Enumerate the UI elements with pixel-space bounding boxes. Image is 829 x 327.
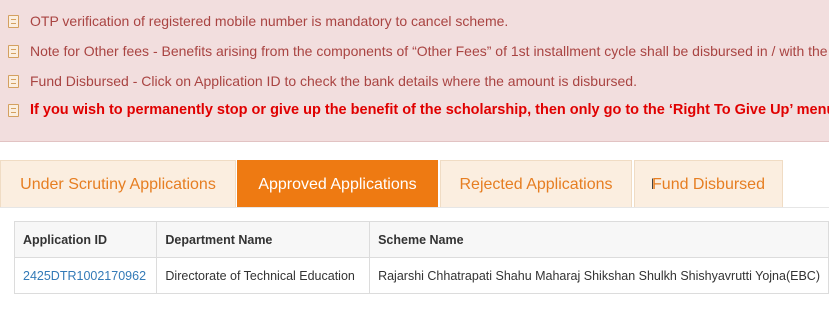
- notice-panel: OTP verification of registered mobile nu…: [0, 0, 829, 142]
- table-row: 2425DTR1002170962 Directorate of Technic…: [13, 257, 829, 294]
- tab-under-scrutiny[interactable]: Under Scrutiny Applications: [0, 160, 236, 208]
- notice-text: Fund Disbursed - Click on Application ID…: [30, 73, 637, 89]
- application-id-cell: 2425DTR1002170962: [13, 257, 158, 294]
- scheme-name-cell: Rajarshi Chhatrapati Shahu Maharaj Shiks…: [369, 257, 829, 294]
- applications-table: Application ID Department Name Scheme Na…: [13, 221, 829, 294]
- document-icon: [8, 14, 19, 28]
- notice-text: Note for Other fees - Benefits arising f…: [30, 43, 829, 59]
- document-icon: [8, 74, 19, 88]
- application-id-link[interactable]: 2425DTR1002170962: [23, 269, 146, 283]
- application-tabs: Under Scrutiny Applications Approved App…: [0, 160, 829, 208]
- tab-divider: [0, 207, 829, 208]
- text-cursor-icon: [652, 178, 659, 189]
- notice-item: Fund Disbursed - Click on Application ID…: [8, 73, 637, 89]
- notice-item: Note for Other fees - Benefits arising f…: [8, 43, 829, 59]
- table-header-row: Application ID Department Name Scheme Na…: [13, 221, 829, 258]
- department-name-cell: Directorate of Technical Education: [156, 257, 371, 294]
- notice-text-emphasis: If you wish to permanently stop or give …: [30, 102, 829, 118]
- notice-item: OTP verification of registered mobile nu…: [8, 13, 508, 29]
- notice-text: OTP verification of registered mobile nu…: [30, 13, 509, 29]
- document-icon: [8, 44, 19, 58]
- document-icon: [8, 103, 19, 117]
- tab-approved[interactable]: Approved Applications: [237, 160, 438, 208]
- tab-rejected[interactable]: Rejected Applications: [440, 160, 632, 208]
- column-header-application-id: Application ID: [13, 221, 158, 258]
- column-header-department: Department Name: [156, 221, 371, 258]
- notice-item: If you wish to permanently stop or give …: [8, 102, 829, 118]
- column-header-scheme: Scheme Name: [369, 221, 829, 258]
